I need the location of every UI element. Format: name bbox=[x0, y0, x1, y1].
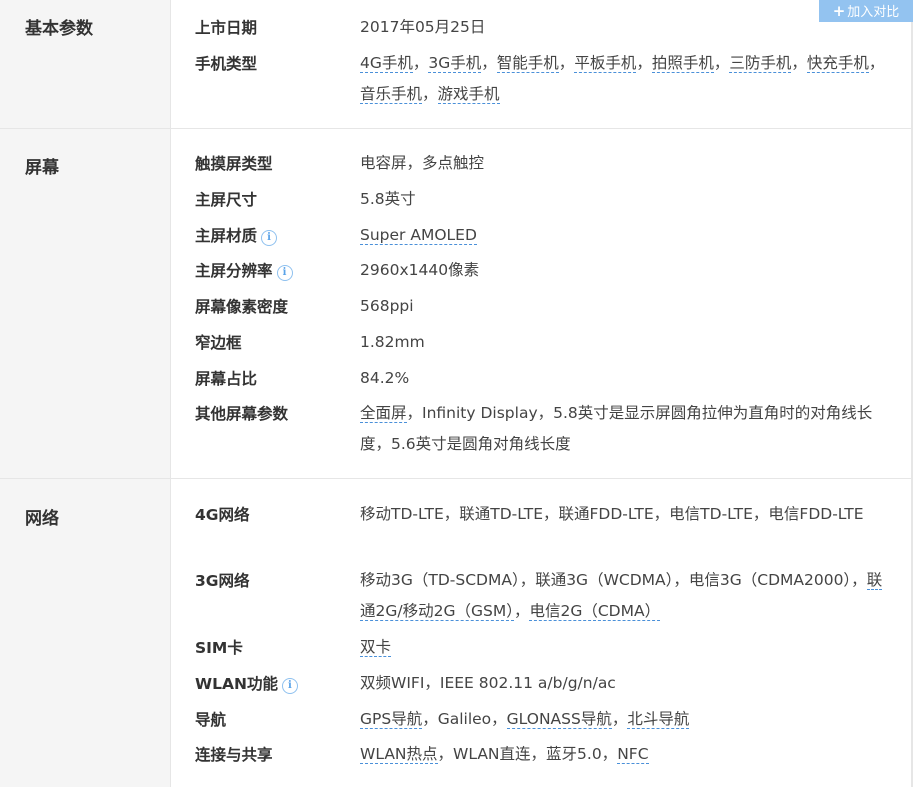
spec-label-text: WLAN功能 bbox=[195, 675, 278, 693]
spec-value-text: 双频WIFI，IEEE 802.11 a/b/g/n/ac bbox=[360, 674, 616, 692]
section-body: 4G网络 移动TD-LTE，联通TD-LTE，联通FDD-LTE，电信TD-LT… bbox=[171, 479, 913, 787]
spec-value-text: 84.2% bbox=[360, 369, 410, 387]
spec-value: GPS导航，Galileo，GLONASS导航，北斗导航 bbox=[360, 704, 880, 735]
spec-value-link[interactable]: GPS导航 bbox=[360, 710, 423, 729]
spec-value-text: ，Infinity Display，5.8英寸是显示屏圆角拉伸为直角时的对角线长… bbox=[360, 404, 873, 453]
spec-value-separator: ， bbox=[481, 54, 497, 72]
spec-value: 568ppi bbox=[360, 291, 880, 322]
spec-value: Super AMOLED bbox=[360, 220, 880, 251]
add-to-compare-label: 加入对比 bbox=[847, 5, 900, 20]
spec-value-link[interactable]: NFC bbox=[617, 745, 649, 764]
spec-value-text: 1.82mm bbox=[360, 333, 425, 351]
spec-value: 84.2% bbox=[360, 363, 880, 394]
section-body: 触摸屏类型 电容屏，多点触控 主屏尺寸 5.8英寸 主屏材质 i Super AM… bbox=[171, 129, 913, 478]
spec-label: 屏幕占比 bbox=[195, 370, 258, 388]
section-network: 网络 4G网络 移动TD-LTE，联通TD-LTE，联通FDD-LTE，电信TD… bbox=[0, 479, 913, 787]
spec-value-separator: ， bbox=[868, 54, 885, 72]
spec-value-link[interactable]: Super AMOLED bbox=[360, 226, 477, 245]
spec-value-link[interactable]: 3G手机 bbox=[428, 54, 482, 73]
spec-value-text: 2960x1440像素 bbox=[360, 261, 480, 279]
plus-icon: + bbox=[832, 2, 846, 20]
spec-value-text: 2017年05月25日 bbox=[360, 18, 486, 36]
spec-value-text: 568ppi bbox=[360, 297, 414, 315]
spec-value-link[interactable]: 三防手机 bbox=[729, 54, 792, 73]
info-icon[interactable]: i bbox=[281, 678, 298, 694]
spec-value-separator: ， bbox=[636, 54, 652, 72]
spec-label: 手机类型 bbox=[195, 55, 258, 73]
section-title: 屏幕 bbox=[0, 129, 171, 478]
spec-label: 触摸屏类型 bbox=[195, 155, 273, 173]
spec-value-link[interactable]: 音乐手机 bbox=[360, 85, 423, 104]
spec-value-text: ，WLAN直连，蓝牙5.0， bbox=[437, 745, 618, 763]
spec-label: 3G网络 bbox=[195, 572, 250, 590]
spec-value: 移动TD-LTE，联通TD-LTE，联通FDD-LTE，电信TD-LTE，电信F… bbox=[360, 499, 885, 530]
spec-value: 电容屏，多点触控 bbox=[360, 148, 880, 179]
add-to-compare-button[interactable]: + 加入对比 bbox=[819, 0, 913, 22]
spec-value-link[interactable]: 全面屏 bbox=[360, 404, 407, 423]
spec-value: 全面屏，Infinity Display，5.8英寸是显示屏圆角拉伸为直角时的对… bbox=[360, 398, 880, 460]
spec-label: WLAN功能 i bbox=[195, 673, 298, 695]
spec-value-link[interactable]: WLAN热点 bbox=[360, 745, 438, 764]
spec-label: SIM卡 bbox=[195, 639, 243, 657]
spec-value-link[interactable]: 双卡 bbox=[360, 638, 392, 657]
spec-value-text: 电容屏，多点触控 bbox=[360, 154, 485, 172]
spec-value-separator: ， bbox=[558, 54, 575, 72]
spec-value-separator: ， bbox=[412, 54, 429, 72]
spec-value-separator: ， bbox=[791, 54, 807, 72]
section-title-text: 屏幕 bbox=[25, 158, 59, 178]
spec-value-separator: ， bbox=[611, 710, 628, 728]
spec-label: 主屏尺寸 bbox=[195, 191, 258, 209]
section-title: 网络 bbox=[0, 479, 171, 787]
spec-label: 上市日期 bbox=[195, 19, 258, 37]
info-icon[interactable]: i bbox=[276, 265, 293, 281]
spec-value-link[interactable]: 平板手机 bbox=[574, 54, 637, 73]
spec-value: 移动3G（TD-SCDMA），联通3G（WCDMA），电信3G（CDMA2000… bbox=[360, 565, 885, 627]
spec-label: 主屏材质 i bbox=[195, 225, 278, 247]
spec-value-link[interactable]: 快充手机 bbox=[806, 54, 869, 73]
spec-value-link[interactable]: 游戏手机 bbox=[437, 85, 500, 104]
section-title-text: 网络 bbox=[25, 509, 59, 529]
spec-value-link[interactable]: 4G手机 bbox=[360, 54, 413, 73]
spec-label: 导航 bbox=[195, 711, 227, 729]
spec-value-text: ，Galileo， bbox=[422, 710, 507, 728]
spec-value: WLAN热点，WLAN直连，蓝牙5.0，NFC bbox=[360, 739, 880, 770]
spec-value-separator: ， bbox=[513, 602, 530, 620]
section-basic-params: 基本参数 上市日期 2017年05月25日 手机类型 4G手机，3G手机，智能手… bbox=[0, 0, 913, 129]
spec-value: 4G手机，3G手机，智能手机，平板手机，拍照手机，三防手机，快充手机，音乐手机，… bbox=[360, 48, 885, 110]
spec-value: 双卡 bbox=[360, 632, 880, 663]
info-icon[interactable]: i bbox=[261, 230, 278, 246]
spec-label: 主屏分辨率 i bbox=[195, 260, 293, 282]
spec-value-text: 5.8英寸 bbox=[360, 190, 416, 208]
section-title: 基本参数 bbox=[0, 0, 171, 128]
spec-label: 屏幕像素密度 bbox=[195, 298, 289, 316]
spec-value: 2960x1440像素 bbox=[360, 255, 880, 286]
spec-value-link[interactable]: GLONASS导航 bbox=[506, 710, 612, 729]
spec-value-link[interactable]: 智能手机 bbox=[496, 54, 559, 73]
spec-label-text: 主屏分辨率 bbox=[195, 262, 273, 280]
spec-value-text: 移动3G（TD-SCDMA），联通3G（WCDMA），电信3G（CDMA2000… bbox=[360, 571, 867, 589]
spec-value-link[interactable]: 电信2G（CDMA） bbox=[529, 602, 661, 621]
spec-value-separator: ， bbox=[713, 54, 730, 72]
spec-label-text: 主屏材质 bbox=[195, 227, 258, 245]
spec-value: 2017年05月25日 bbox=[360, 12, 880, 43]
section-body: 上市日期 2017年05月25日 手机类型 4G手机，3G手机，智能手机，平板手… bbox=[171, 0, 913, 128]
spec-value-separator: ， bbox=[422, 85, 438, 103]
spec-value: 双频WIFI，IEEE 802.11 a/b/g/n/ac bbox=[360, 668, 880, 699]
spec-value: 1.82mm bbox=[360, 327, 880, 358]
section-title-text: 基本参数 bbox=[25, 19, 93, 39]
spec-label: 窄边框 bbox=[195, 334, 242, 352]
spec-value-link[interactable]: 北斗导航 bbox=[627, 710, 690, 729]
spec-value-link[interactable]: 拍照手机 bbox=[651, 54, 714, 73]
spec-value: 5.8英寸 bbox=[360, 184, 880, 215]
spec-label: 其他屏幕参数 bbox=[195, 405, 289, 423]
section-screen: 屏幕 触摸屏类型 电容屏，多点触控 主屏尺寸 5.8英寸 主屏材质 i Super… bbox=[0, 129, 913, 479]
spec-label: 连接与共享 bbox=[195, 746, 273, 764]
spec-label: 4G网络 bbox=[195, 506, 250, 524]
spec-value-text: 移动TD-LTE，联通TD-LTE，联通FDD-LTE，电信TD-LTE，电信F… bbox=[360, 505, 864, 523]
